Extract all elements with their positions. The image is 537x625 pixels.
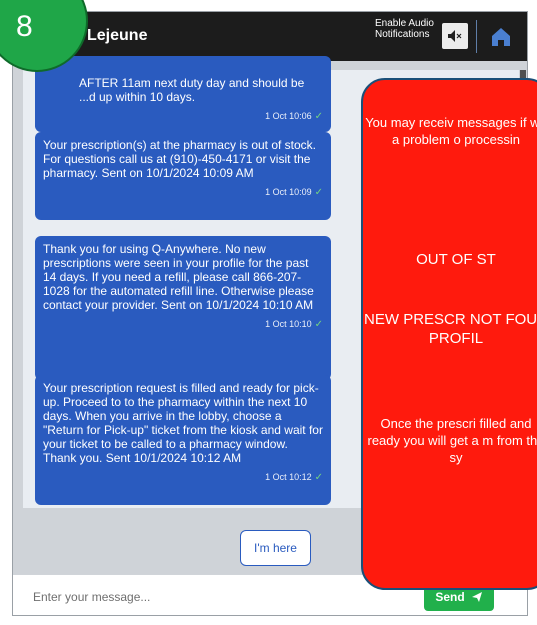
message-bubble: AFTER 11am next duty day and should be .… [35, 56, 331, 132]
message-bubble: Your prescription request is filled and … [35, 375, 331, 505]
audio-notifications-label: Enable Audio Notifications [375, 18, 434, 40]
header-bar: Lejeune Enable Audio Notifications [13, 12, 527, 61]
im-here-button[interactable]: I'm here [240, 530, 311, 566]
home-icon [492, 28, 510, 46]
message-time: 1 Oct 10:09 ✓ [265, 187, 323, 198]
delivered-check-icon: ✓ [314, 111, 323, 122]
audio-toggle-button[interactable] [442, 23, 468, 49]
callout-out-of-stock-text: OUT OF ST [416, 251, 496, 268]
delivered-check-icon: ✓ [314, 319, 323, 330]
delivered-check-icon: ✓ [314, 472, 323, 483]
send-arrow-icon [471, 592, 482, 602]
message-input[interactable] [33, 586, 393, 608]
annotation-callout: You may receiv messages if we a problem … [361, 78, 537, 590]
send-label: Send [435, 590, 465, 604]
callout-ready-text: Once the prescri filled and ready you wi… [367, 416, 537, 465]
message-time: 1 Oct 10:06 ✓ [265, 111, 323, 122]
message-text: AFTER 11am next duty day and should be .… [79, 76, 305, 104]
mute-speaker-icon [448, 30, 462, 42]
message-bubble: Thank you for using Q-Anywhere. No new p… [35, 236, 331, 380]
step-number: 8 [16, 10, 33, 43]
delivered-check-icon: ✓ [314, 187, 323, 198]
message-time: 1 Oct 10:10 ✓ [265, 319, 323, 330]
message-text: Thank you for using Q-Anywhere. No new p… [43, 242, 314, 312]
message-text: Your prescription request is filled and … [43, 381, 323, 465]
message-time: 1 Oct 10:12 ✓ [265, 472, 323, 483]
callout-intro-text: You may receiv messages if we a problem … [365, 115, 537, 147]
callout-new-prescription-text: NEW PRESCR NOT FOUN PROFIL [364, 311, 537, 347]
home-button[interactable] [487, 23, 515, 51]
message-bubble: Your prescription(s) at the pharmacy is … [35, 132, 331, 220]
message-text: Your prescription(s) at the pharmacy is … [43, 138, 317, 180]
location-title: Lejeune [87, 27, 148, 44]
header-divider [476, 20, 477, 53]
